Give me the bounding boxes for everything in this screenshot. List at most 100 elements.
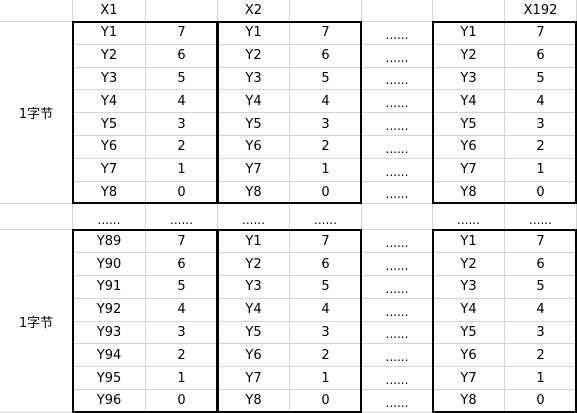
top-bit-cell[interactable]: 2 xyxy=(290,136,362,159)
bottom-y-cell[interactable]: Y3 xyxy=(433,276,505,299)
top-y-cell[interactable]: Y3 xyxy=(73,67,146,91)
header-cell[interactable] xyxy=(146,0,218,22)
top-y-cell[interactable]: Y4 xyxy=(218,90,290,114)
top-y-cell[interactable]: Y2 xyxy=(433,44,505,68)
top-y-cell[interactable]: Y3 xyxy=(218,67,290,91)
bottom-bit-cell[interactable]: 2 xyxy=(146,344,218,368)
top-bit-cell[interactable]: 4 xyxy=(290,90,362,114)
bottom-y-cell[interactable]: Y4 xyxy=(433,298,505,322)
bottom-y-cell[interactable]: Y1 xyxy=(433,230,505,254)
top-bit-cell[interactable]: 4 xyxy=(146,90,218,114)
bottom-bit-cell[interactable]: 3 xyxy=(505,321,577,345)
bottom-y-cell[interactable]: Y3 xyxy=(218,276,290,299)
top-bit-cell[interactable]: 0 xyxy=(146,181,218,205)
top-y-cell[interactable]: Y6 xyxy=(73,136,146,159)
bottom-bit-cell[interactable]: 3 xyxy=(290,321,362,345)
header-cell[interactable]: X2 xyxy=(218,0,290,22)
bottom-bit-cell[interactable]: 0 xyxy=(146,390,218,413)
gap-ellipsis-cell[interactable]: ...... xyxy=(433,204,505,231)
gap-ellipsis-cell[interactable] xyxy=(362,204,433,231)
bottom-bit-cell[interactable]: 5 xyxy=(290,276,362,299)
top-bit-cell[interactable]: 5 xyxy=(505,67,577,91)
bottom-y-cell[interactable]: Y7 xyxy=(218,367,290,390)
bottom-y-cell[interactable]: Y91 xyxy=(73,276,146,299)
bottom-ellipsis-cell[interactable]: ...... xyxy=(362,276,433,299)
bottom-ellipsis-cell[interactable]: ...... xyxy=(362,298,433,322)
top-ellipsis-cell[interactable]: ...... xyxy=(362,67,433,91)
top-y-cell[interactable]: Y8 xyxy=(433,181,505,205)
bottom-ellipsis-cell[interactable]: ...... xyxy=(362,230,433,254)
top-ellipsis-cell[interactable]: ...... xyxy=(362,181,433,205)
bottom-y-cell[interactable]: Y8 xyxy=(218,390,290,413)
bottom-bit-cell[interactable]: 0 xyxy=(290,390,362,413)
top-bit-cell[interactable]: 1 xyxy=(505,158,577,182)
top-bit-cell[interactable]: 7 xyxy=(505,22,577,45)
bottom-bit-cell[interactable]: 4 xyxy=(505,298,577,322)
top-y-cell[interactable]: Y7 xyxy=(433,158,505,182)
gap-ellipsis-cell[interactable]: ...... xyxy=(146,204,218,231)
header-cell[interactable]: X192 xyxy=(505,0,577,22)
bottom-bit-cell[interactable]: 4 xyxy=(290,298,362,322)
top-ellipsis-cell[interactable]: ...... xyxy=(362,90,433,114)
gap-ellipsis-cell[interactable]: ...... xyxy=(73,204,146,231)
bottom-y-cell[interactable]: Y6 xyxy=(218,344,290,368)
top-y-cell[interactable]: Y2 xyxy=(218,44,290,68)
bottom-bit-cell[interactable]: 7 xyxy=(290,230,362,254)
top-bit-cell[interactable]: 5 xyxy=(290,67,362,91)
top-bit-cell[interactable]: 4 xyxy=(505,90,577,114)
top-bit-cell[interactable]: 7 xyxy=(290,22,362,45)
bottom-bit-cell[interactable]: 1 xyxy=(290,367,362,390)
bottom-y-cell[interactable]: Y89 xyxy=(73,230,146,254)
top-y-cell[interactable]: Y3 xyxy=(433,67,505,91)
top-bit-cell[interactable]: 0 xyxy=(505,181,577,205)
top-y-cell[interactable]: Y2 xyxy=(73,44,146,68)
top-y-cell[interactable]: Y1 xyxy=(218,22,290,45)
bottom-y-cell[interactable]: Y94 xyxy=(73,344,146,368)
bottom-bit-cell[interactable]: 0 xyxy=(505,390,577,413)
top-bit-cell[interactable]: 0 xyxy=(290,181,362,205)
header-cell[interactable] xyxy=(433,0,505,22)
bottom-y-cell[interactable]: Y1 xyxy=(218,230,290,254)
top-y-cell[interactable]: Y4 xyxy=(73,90,146,114)
top-y-cell[interactable]: Y1 xyxy=(73,22,146,45)
top-y-cell[interactable]: Y6 xyxy=(433,136,505,159)
bottom-y-cell[interactable]: Y96 xyxy=(73,390,146,413)
top-bit-cell[interactable]: 5 xyxy=(146,67,218,91)
top-bit-cell[interactable]: 1 xyxy=(290,158,362,182)
top-ellipsis-cell[interactable]: ...... xyxy=(362,158,433,182)
top-bit-cell[interactable]: 2 xyxy=(146,136,218,159)
bottom-y-cell[interactable]: Y2 xyxy=(433,253,505,276)
bottom-y-cell[interactable]: Y2 xyxy=(218,253,290,276)
bottom-bit-cell[interactable]: 5 xyxy=(505,276,577,299)
top-y-cell[interactable]: Y7 xyxy=(218,158,290,182)
top-ellipsis-cell[interactable]: ...... xyxy=(362,113,433,136)
bottom-ellipsis-cell[interactable]: ...... xyxy=(362,367,433,390)
bottom-bit-cell[interactable]: 6 xyxy=(505,253,577,276)
top-bit-cell[interactable]: 6 xyxy=(146,44,218,68)
top-bit-cell[interactable]: 1 xyxy=(146,158,218,182)
top-y-cell[interactable]: Y5 xyxy=(433,113,505,136)
header-cell[interactable] xyxy=(0,0,73,22)
bottom-bit-cell[interactable]: 6 xyxy=(290,253,362,276)
bottom-row-label[interactable]: 1字节 xyxy=(0,230,73,413)
top-bit-cell[interactable]: 3 xyxy=(146,113,218,136)
top-y-cell[interactable]: Y4 xyxy=(433,90,505,114)
header-cell[interactable]: X1 xyxy=(73,0,146,22)
top-y-cell[interactable]: Y6 xyxy=(218,136,290,159)
top-y-cell[interactable]: Y8 xyxy=(73,181,146,205)
bottom-bit-cell[interactable]: 3 xyxy=(146,321,218,345)
bottom-y-cell[interactable]: Y8 xyxy=(433,390,505,413)
header-cell[interactable] xyxy=(290,0,362,22)
top-bit-cell[interactable]: 3 xyxy=(290,113,362,136)
top-ellipsis-cell[interactable]: ...... xyxy=(362,136,433,159)
bottom-y-cell[interactable]: Y93 xyxy=(73,321,146,345)
bottom-y-cell[interactable]: Y90 xyxy=(73,253,146,276)
bottom-y-cell[interactable]: Y4 xyxy=(218,298,290,322)
bottom-bit-cell[interactable]: 4 xyxy=(146,298,218,322)
bottom-y-cell[interactable]: Y92 xyxy=(73,298,146,322)
top-ellipsis-cell[interactable]: ...... xyxy=(362,44,433,68)
bottom-y-cell[interactable]: Y6 xyxy=(433,344,505,368)
top-bit-cell[interactable]: 3 xyxy=(505,113,577,136)
top-y-cell[interactable]: Y1 xyxy=(433,22,505,45)
top-bit-cell[interactable]: 7 xyxy=(146,22,218,45)
